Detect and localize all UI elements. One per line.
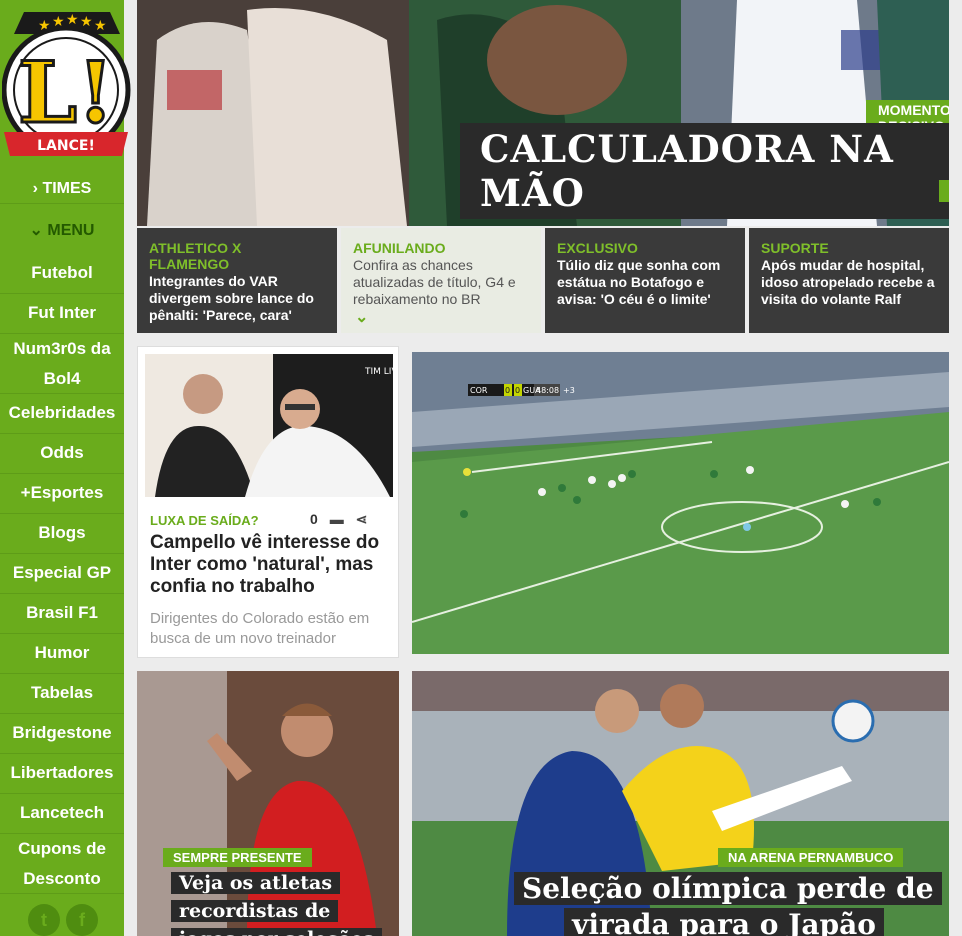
nav-item-blogs[interactable]: Blogs [0, 514, 124, 554]
story-title-text: Seleção olímpica perde de virada para o … [514, 872, 942, 936]
teaser-kicker: SUPORTE [761, 240, 829, 256]
nav-menu-toggle[interactable]: ⌄ MENU [0, 218, 124, 246]
comments-button[interactable]: 0 ▬ [939, 180, 949, 202]
nav-times-label: TIMES [42, 180, 92, 197]
nav-item-numeros-da-bola[interactable]: Num3r0s da Bol4 [0, 334, 124, 394]
teaser-text: Integrantes do VAR divergem sobre lance … [149, 273, 314, 323]
nav-item-tabelas[interactable]: Tabelas [0, 674, 124, 714]
facebook-icon[interactable]: f [66, 904, 98, 936]
nav-item-mais-esportes[interactable]: +Esportes [0, 474, 124, 514]
story-tag: SEMPRE PRESENTE [163, 848, 312, 867]
nav-times[interactable]: › TIMES [0, 176, 124, 204]
nav-item-especial-gp[interactable]: Especial GP [0, 554, 124, 594]
teaser-strip: ATHLETICO X FLAMENGO Integrantes do VAR … [137, 228, 949, 333]
nav-item-bridgestone[interactable]: Bridgestone [0, 714, 124, 754]
lance-logo[interactable]: ★ ★ ★ ★ ★ L! LANCE! [1, 4, 132, 164]
video-frame: COR 0 0 GUA 48:08 +3 [412, 352, 949, 654]
news-card-actions: 0 ▬ ⋖ [310, 511, 367, 528]
score-home-value: 0 [505, 386, 510, 395]
story-card-recordistas[interactable]: SEMPRE PRESENTE Veja os atletas recordis… [137, 671, 399, 936]
teaser-item-active[interactable]: AFUNILANDO Confira as chances atualizada… [341, 228, 541, 333]
teaser-text: Após mudar de hospital, idoso atropelado… [761, 257, 935, 307]
news-card-title[interactable]: Campello vê interesse do Inter como 'nat… [150, 532, 395, 598]
news-card[interactable]: TIM LIVE LUXA DE SAÍDA? 0 ▬ ⋖ Campello v… [137, 346, 399, 658]
hero-actions: 0 ▬ ⋖ [939, 180, 949, 202]
logo-text: LANCE! [37, 138, 95, 154]
teaser-item[interactable]: EXCLUSIVO Túlio diz que sonha com estátu… [545, 228, 745, 333]
score-clock: 48:08 [536, 386, 559, 395]
teaser-item[interactable]: ATHLETICO X FLAMENGO Integrantes do VAR … [137, 228, 337, 333]
news-card-kicker: LUXA DE SAÍDA? [150, 513, 259, 528]
story-title[interactable]: Veja os atletas recordistas de jogos por… [171, 869, 391, 936]
news-card-photo: TIM LIVE [145, 354, 393, 497]
share-icon[interactable]: ⋖ [356, 511, 368, 527]
news-card-subtitle: Dirigentes do Colorado estão em busca de… [150, 610, 370, 647]
nav-item-futebol[interactable]: Futebol [0, 254, 124, 294]
teaser-item[interactable]: SUPORTE Após mudar de hospital, idoso at… [749, 228, 949, 333]
chevron-right-icon: › [32, 180, 38, 197]
video-player[interactable]: COR 0 0 GUA 48:08 +3 [412, 352, 949, 654]
score-added-time: +3 [563, 386, 575, 395]
teaser-text: Confira as chances atualizadas de título… [353, 257, 516, 307]
photo-sponsor-mark: TIM LIVE [364, 367, 393, 377]
nav-item-cupons-de-desconto[interactable]: Cupons de Desconto [0, 834, 124, 894]
teaser-kicker: EXCLUSIVO [557, 240, 638, 256]
svg-text:★: ★ [94, 18, 107, 34]
chevron-down-icon: ⌄ [355, 309, 369, 326]
score-home-team: COR [470, 386, 488, 395]
nav-item-odds[interactable]: Odds [0, 434, 124, 474]
teaser-kicker: AFUNILANDO [353, 240, 446, 256]
chevron-down-icon: ⌄ [29, 222, 43, 239]
nav-menu-list: Futebol Fut Inter Num3r0s da Bol4 Celebr… [0, 254, 124, 894]
score-away-value: 0 [515, 386, 520, 395]
story-tag: NA ARENA PERNAMBUCO [718, 848, 904, 867]
nav-item-lancetech[interactable]: Lancetech [0, 794, 124, 834]
logo-letter: L! [18, 43, 114, 142]
teaser-text: Túlio diz que sonha com estátua no Botaf… [557, 257, 721, 307]
hero-banner[interactable]: MOMENTO DECISIVO CALCULADORA NA MÃO 0 ▬ … [137, 0, 949, 226]
sidebar: ★ ★ ★ ★ ★ L! LANCE! › TIMES ⌄ MENU Futeb… [0, 0, 131, 936]
twitter-icon[interactable]: t [28, 904, 60, 936]
teaser-kicker: ATHLETICO X FLAMENGO [149, 240, 242, 272]
story-card-selecao[interactable]: NA ARENA PERNAMBUCO Seleção olímpica per… [412, 671, 949, 936]
nav-item-libertadores[interactable]: Libertadores [0, 754, 124, 794]
story-title-text: Veja os atletas recordistas de jogos por… [171, 872, 382, 936]
story-title[interactable]: Seleção olímpica perde de virada para o … [514, 871, 942, 936]
comment-count: 0 [310, 511, 318, 527]
nav-item-celebridades[interactable]: Celebridades [0, 394, 124, 434]
nav-menu-label: MENU [47, 222, 95, 239]
nav-item-humor[interactable]: Humor [0, 634, 124, 674]
nav-item-fut-inter[interactable]: Fut Inter [0, 294, 124, 334]
social-links: t f [28, 904, 98, 936]
hero-title[interactable]: CALCULADORA NA MÃO [460, 123, 949, 219]
comment-icon[interactable]: ▬ [330, 511, 344, 527]
nav-item-brasil-f1[interactable]: Brasil F1 [0, 594, 124, 634]
